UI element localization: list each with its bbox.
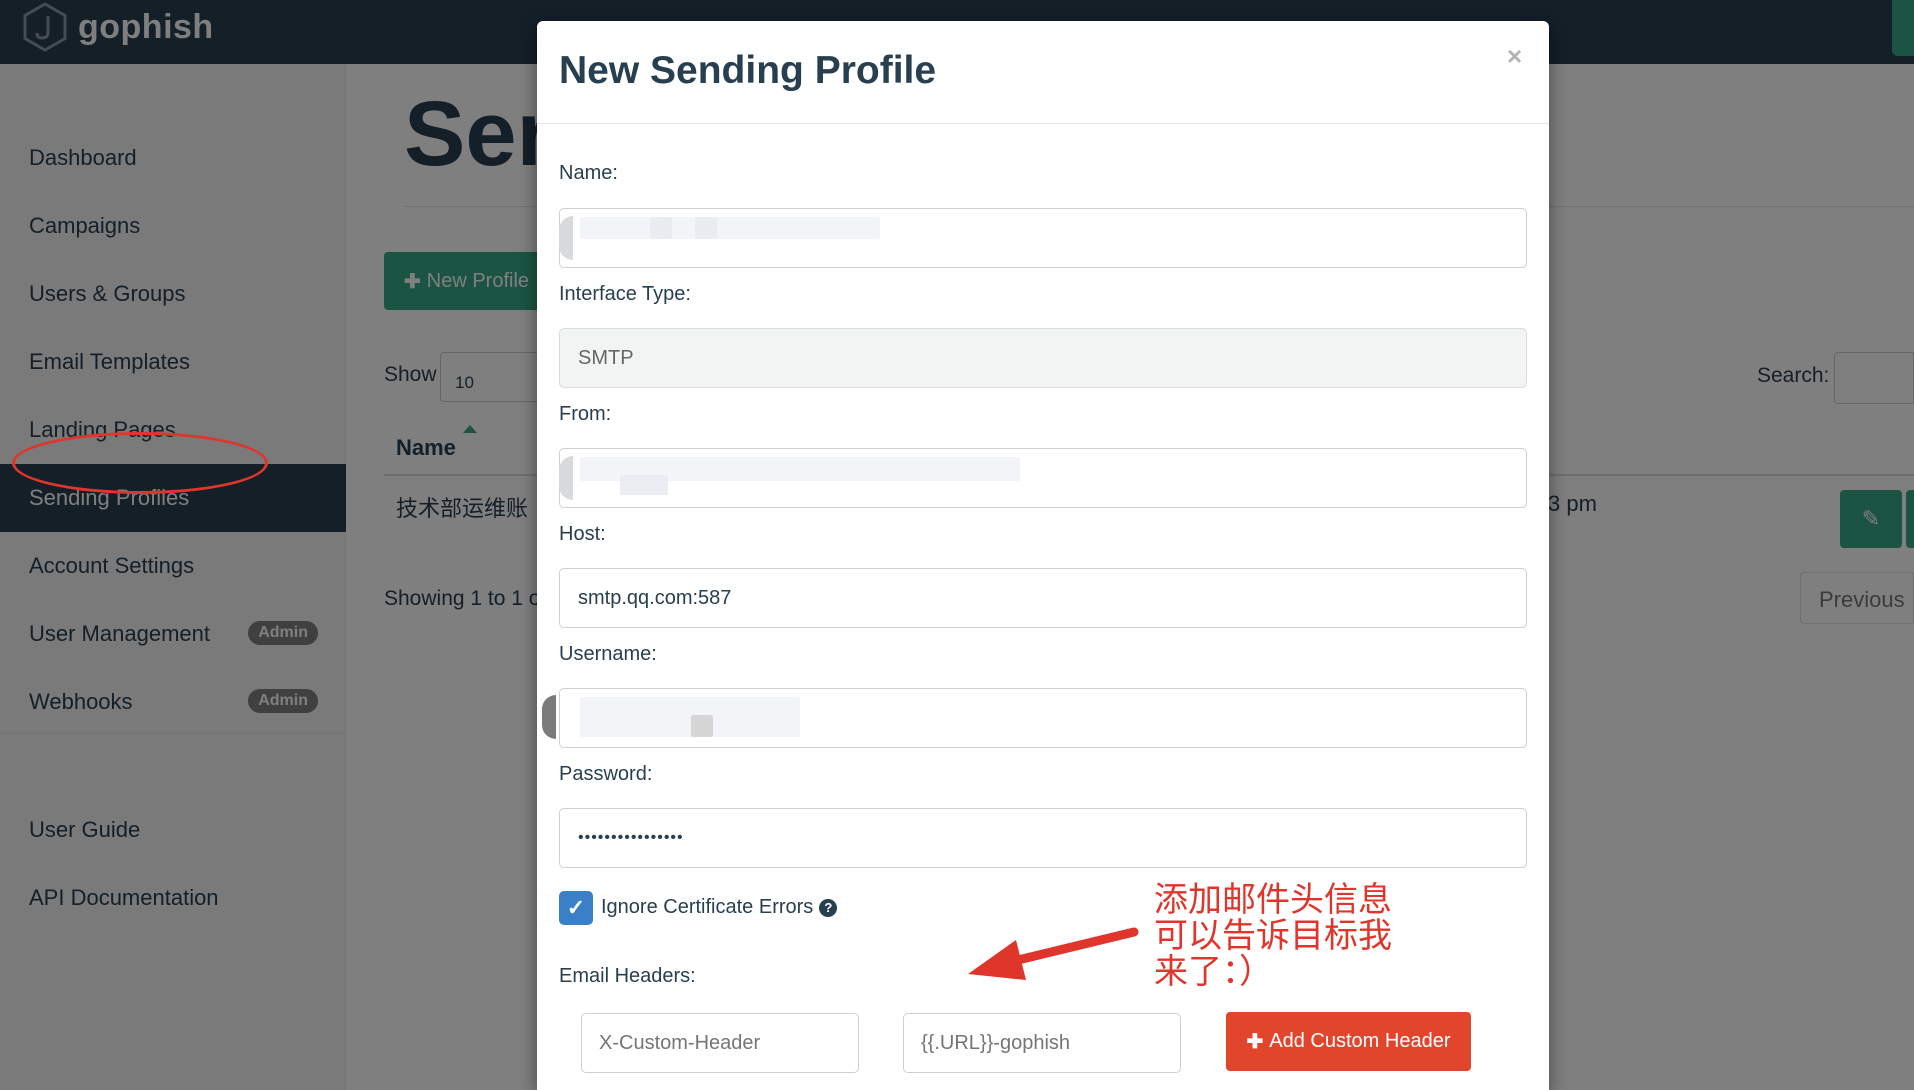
header-value-input[interactable] — [903, 1013, 1181, 1073]
interface-type-field: SMTP — [559, 328, 1527, 388]
close-icon[interactable]: × — [1507, 41, 1522, 72]
modal-header-divider — [537, 123, 1549, 124]
annotation-text: 添加邮件头信息 可以告诉目标我 来了：） — [1154, 882, 1392, 990]
new-sending-profile-modal: New Sending Profile × Name: Interface Ty… — [537, 21, 1549, 1090]
redacted-mark — [542, 695, 556, 739]
annotation-circle — [12, 432, 268, 494]
from-input[interactable] — [559, 448, 1527, 508]
ignore-cert-checkbox[interactable]: ✓ — [559, 891, 593, 925]
plus-icon: ✚ — [1246, 1031, 1264, 1053]
checkmark-icon: ✓ — [566, 895, 586, 920]
annotation-line: 可以告诉目标我 — [1154, 916, 1392, 956]
email-headers-label: Email Headers: — [559, 965, 696, 987]
ignore-cert-label-row: Ignore Certificate Errors ? — [601, 896, 838, 919]
redacted-mark — [559, 456, 573, 500]
annotation-line: 添加邮件头信息 — [1154, 880, 1392, 920]
username-input[interactable] — [542, 688, 1527, 748]
redacted-text — [580, 697, 800, 737]
header-key-input[interactable] — [581, 1013, 859, 1073]
annotation-line: 来了：） — [1154, 952, 1273, 992]
modal-title: New Sending Profile — [559, 49, 937, 92]
redacted-text — [580, 217, 880, 239]
redacted-text — [691, 715, 713, 737]
password-input[interactable]: •••••••••••••••• — [559, 808, 1527, 868]
redacted-text — [620, 475, 668, 495]
password-label: Password: — [559, 763, 653, 785]
name-label: Name: — [559, 162, 618, 184]
host-label: Host: — [559, 523, 606, 545]
ignore-cert-label: Ignore Certificate Errors — [601, 896, 814, 918]
add-custom-header-label: Add Custom Header — [1269, 1030, 1451, 1052]
help-icon[interactable]: ? — [819, 898, 838, 917]
redacted-text — [650, 217, 672, 239]
from-label: From: — [559, 403, 612, 425]
name-input[interactable] — [559, 208, 1527, 268]
add-custom-header-button[interactable]: ✚ Add Custom Header — [1226, 1012, 1471, 1071]
redacted-mark — [559, 216, 573, 260]
username-label: Username: — [559, 643, 657, 665]
interface-type-label: Interface Type: — [559, 283, 691, 305]
host-input[interactable]: smtp.qq.com:587 — [559, 568, 1527, 628]
redacted-text — [695, 217, 717, 239]
